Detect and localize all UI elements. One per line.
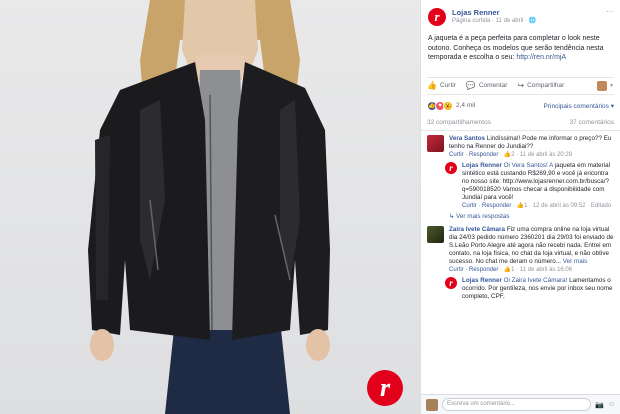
reply-mention[interactable]: Oi Zaira Ivete Câmara! (502, 277, 568, 284)
post-as-selector[interactable]: ▼ (597, 80, 614, 91)
comment-meta: · 👍2 · 11 de abril às 20:29 (498, 151, 573, 158)
caret-down-icon: ▾ (610, 102, 614, 110)
camera-icon[interactable]: 📷 (595, 401, 604, 409)
current-user-avatar (426, 398, 438, 411)
comment-icon: 💬 (465, 81, 476, 90)
caret-down-icon: ▼ (609, 82, 614, 89)
jacket-model-image (88, 0, 330, 414)
commenter-name[interactable]: Zaira Ivete Câmara (449, 226, 505, 233)
share-label: Compartilhar (527, 82, 565, 89)
post-text: A jaqueta é a peça perfeita para complet… (421, 26, 620, 63)
facebook-photo-viewer: r r Lojas Renner Página curtida · 11 de … (0, 0, 620, 414)
thumbs-up-icon: 👍 (427, 81, 437, 90)
post-meta-text: Página curtida · 11 de abril · (452, 18, 529, 24)
comments-list: Vera Santos Lindíssima!! Pode me informa… (421, 131, 620, 301)
reply-avatar[interactable]: r (445, 276, 457, 289)
post-link[interactable]: http://ren.nr/mjA (516, 54, 566, 61)
share-button[interactable]: ↪ Compartilhar (517, 81, 564, 90)
share-icon: ↪ (517, 81, 525, 90)
reply-mention[interactable]: Oi Vera Santos! A (502, 162, 553, 169)
comment-label: Comentar (478, 82, 508, 89)
reactions-row: 👍 ♥ 😮 2,4 mil Principais comentários ▾ (421, 95, 620, 111)
commenter-avatar[interactable] (427, 225, 444, 243)
shares-count[interactable]: 32 compartilhamentos (427, 119, 491, 126)
comments-count[interactable]: 37 comentários (570, 119, 614, 126)
comment-footer: Curtir · Responder · 👍2 · 11 de abril às… (449, 151, 614, 159)
comment-body: Vera Santos Lindíssima!! Pode me informa… (449, 135, 614, 159)
post-actions: 👍 Curtir 💬 Comentar ↪ Compartilhar ▼ (427, 76, 614, 95)
reply-actions[interactable]: Curtir · Responder (462, 203, 511, 209)
reply-meta: · 👍1 · 12 de abril às 09:52 · Editado (511, 202, 612, 209)
commenter-name[interactable]: Vera Santos (449, 135, 485, 142)
post-panel: r Lojas Renner Página curtida · 11 de ab… (420, 0, 620, 414)
comment-sort-dropdown[interactable]: Principais comentários ▾ (544, 102, 614, 110)
comment: Vera Santos Lindíssima!! Pode me informa… (427, 134, 614, 159)
wow-reaction-icon[interactable]: 😮 (443, 100, 453, 111)
comment-actions[interactable]: Curtir · Responder (449, 267, 498, 273)
reply-author[interactable]: Lojas Renner (462, 277, 502, 284)
post-photo[interactable]: r (0, 0, 420, 414)
view-more-replies-link[interactable]: ↳ Ver mais respostas (449, 213, 614, 220)
post-header: r Lojas Renner Página curtida · 11 de ab… (421, 0, 620, 26)
globe-icon: 🌐 (528, 18, 537, 24)
page-name-link[interactable]: Lojas Renner (452, 8, 606, 17)
reply-author[interactable]: Lojas Renner (462, 162, 502, 169)
user-avatar (597, 80, 608, 91)
post-meta: Página curtida · 11 de abril · 🌐 (452, 17, 606, 26)
see-more-link[interactable]: Ver mais (563, 258, 588, 265)
post-stats: 32 compartilhamentos 37 comentários (421, 111, 620, 131)
reply-body: Lojas Renner Oi Vera Santos! A jaqueta e… (462, 162, 614, 210)
comment-input[interactable]: Escreva um comentário... (442, 398, 592, 411)
reply: r Lojas Renner Oi Zaira Ivete Câmara! La… (445, 276, 614, 301)
like-label: Curtir (439, 82, 456, 89)
post-header-text: Lojas Renner Página curtida · 11 de abri… (452, 8, 606, 26)
comment-button[interactable]: 💬 Comentar (466, 81, 508, 90)
page-avatar[interactable]: r (428, 8, 446, 26)
reaction-count[interactable]: 2,4 mil (456, 102, 475, 109)
comment-sort-label: Principais comentários (543, 102, 609, 110)
write-comment-bar: Escreva um comentário... 📷 ☺ (421, 394, 620, 414)
reply-body: Lojas Renner Oi Zaira Ivete Câmara! Lame… (462, 277, 614, 301)
comment: Zaira Ivete Câmara Fiz uma compra online… (427, 225, 614, 274)
reply-footer: Curtir · Responder · 👍1 · 12 de abril às… (462, 202, 614, 210)
brand-logo-badge: r (367, 370, 403, 406)
reply-avatar[interactable]: r (445, 161, 457, 174)
like-button[interactable]: 👍 Curtir (427, 81, 456, 90)
comment-meta: · 👍1 · 11 de abril às 16:06 (498, 266, 573, 273)
more-options-icon[interactable]: ··· (606, 8, 614, 26)
emoji-icon[interactable]: ☺ (608, 401, 615, 408)
comment-footer: Curtir · Responder · 👍1 · 11 de abril às… (449, 266, 614, 274)
reply: r Lojas Renner Oi Vera Santos! A jaqueta… (445, 161, 614, 210)
comment-actions[interactable]: Curtir · Responder (449, 152, 498, 158)
comment-body: Zaira Ivete Câmara Fiz uma compra online… (449, 226, 614, 274)
commenter-avatar[interactable] (427, 134, 444, 152)
